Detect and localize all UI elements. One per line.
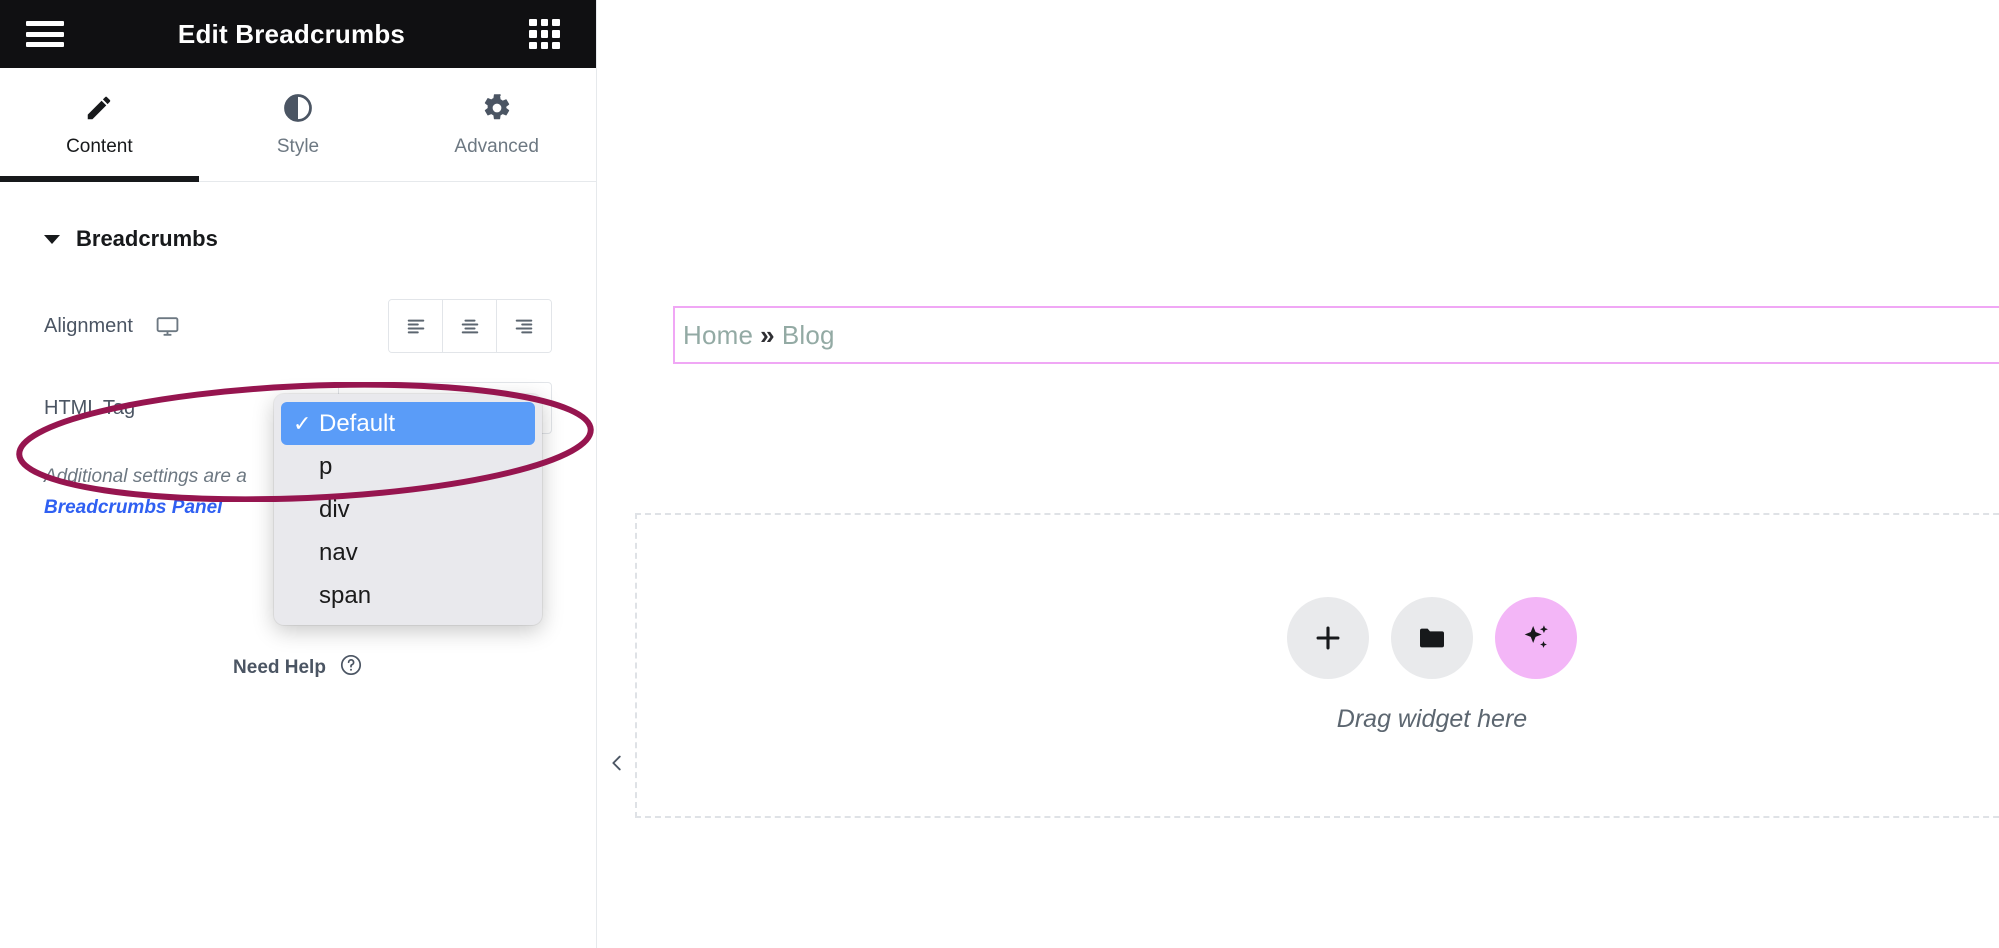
tab-style-label: Style <box>276 136 320 157</box>
tab-advanced[interactable]: Advanced <box>397 68 596 181</box>
breadcrumb-item-blog[interactable]: Blog <box>782 320 835 351</box>
caret-down-icon <box>44 234 60 244</box>
dropdown-option-span[interactable]: span <box>281 574 535 617</box>
dropdown-option-label: div <box>319 495 350 523</box>
tab-style[interactable]: Style <box>199 68 398 181</box>
dropdown-option-label: Default <box>319 409 396 437</box>
breadcrumb-separator: » <box>760 319 775 350</box>
tab-content-label: Content <box>66 136 133 157</box>
desktop-icon[interactable] <box>155 314 180 339</box>
add-buttons-group <box>1287 597 1577 679</box>
align-left-button[interactable] <box>389 300 443 352</box>
grid-apps-icon[interactable] <box>529 18 560 50</box>
ai-generate-button[interactable] <box>1495 597 1577 679</box>
need-help-label: Need Help <box>233 656 326 678</box>
alignment-button-group <box>388 299 552 353</box>
dropdown-option-label: p <box>319 452 333 480</box>
gear-icon <box>482 91 512 125</box>
html-tag-label: HTML Tag <box>44 396 136 419</box>
drop-area-label: Drag widget here <box>1336 705 1528 733</box>
add-widget-button[interactable] <box>1287 597 1369 679</box>
chevron-left-icon[interactable] <box>599 745 635 781</box>
editor-canvas: Home » Blog Drag widget here <box>597 0 1999 948</box>
dropdown-option-label: nav <box>319 538 358 566</box>
dropdown-option-p[interactable]: p <box>281 445 535 488</box>
breadcrumbs-widget[interactable]: Home » Blog <box>673 306 1999 364</box>
control-alignment: Alignment <box>44 298 552 354</box>
tab-advanced-label: Advanced <box>454 136 539 157</box>
panel-header: Edit Breadcrumbs <box>0 0 596 68</box>
elementor-editor-screen: Edit Breadcrumbs Content Style Advanced … <box>0 0 1999 948</box>
drop-area-inner: Drag widget here <box>1287 597 1577 734</box>
panel-tabs: Content Style Advanced <box>0 68 596 182</box>
contrast-circle-icon <box>283 91 313 125</box>
html-tag-dropdown-menu[interactable]: ✓ Default p div nav span <box>274 394 542 625</box>
section-header-breadcrumbs[interactable]: Breadcrumbs <box>44 226 552 252</box>
align-right-button[interactable] <box>497 300 551 352</box>
dropdown-option-label: span <box>319 581 372 609</box>
page-title: Edit Breadcrumbs <box>177 18 406 49</box>
alignment-label: Alignment <box>44 314 133 337</box>
pencil-icon <box>84 91 114 125</box>
dropdown-option-div[interactable]: div <box>281 488 535 531</box>
add-template-button[interactable] <box>1391 597 1473 679</box>
widget-settings-panel: Edit Breadcrumbs Content Style Advanced … <box>0 0 597 948</box>
hint-text: Additional settings are a <box>44 466 247 487</box>
breadcrumb-item-home[interactable]: Home <box>683 320 753 351</box>
question-circle-icon <box>339 653 363 683</box>
tab-content[interactable]: Content <box>0 68 199 182</box>
section-title: Breadcrumbs <box>76 226 218 251</box>
need-help-button[interactable]: Need Help <box>44 653 552 683</box>
align-center-button[interactable] <box>443 300 497 352</box>
dropdown-option-default[interactable]: ✓ Default <box>281 402 535 445</box>
widget-drop-area[interactable]: Drag widget here <box>635 513 1999 818</box>
dropdown-option-nav[interactable]: nav <box>281 531 535 574</box>
canvas-inner: Home » Blog Drag widget here <box>597 0 1999 948</box>
check-icon: ✓ <box>293 410 312 436</box>
